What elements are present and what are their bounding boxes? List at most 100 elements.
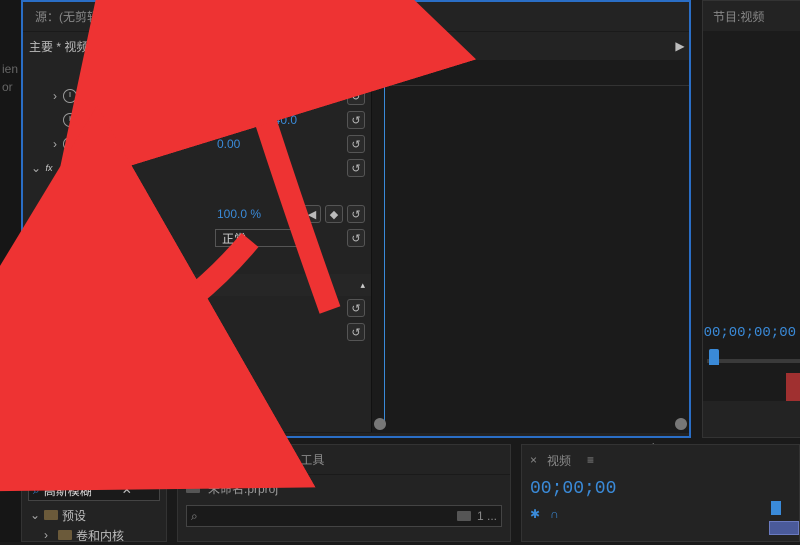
magnet-icon[interactable]: ∩ [550,507,559,521]
reset-button[interactable]: ↺ [347,323,365,341]
effects-search[interactable]: ⌕ ✕ [28,479,160,501]
volume-row[interactable]: › fx 音量 ↺ [23,296,371,320]
master-clip-label[interactable]: 主要 * 视频.mp4 [29,38,115,55]
panner-row[interactable]: ⌄ fx 声像器 [23,344,371,368]
effect-timeline[interactable]: ;00;00 [371,60,689,432]
collapse-icon[interactable]: ⌄ [30,508,40,522]
expand-icon[interactable]: › [44,528,54,542]
panel-menu-icon[interactable]: ≡ [187,10,194,24]
fx-badge[interactable]: fx [41,350,57,362]
anchor-y-value[interactable]: 240.0 [267,113,297,127]
stopwatch-icon[interactable] [63,113,77,127]
reset-button[interactable]: ↺ [347,299,365,317]
opacity-value[interactable]: 100.0 % [217,207,261,221]
stopwatch-icon[interactable] [63,89,77,103]
presets-label: 预设 [62,507,86,524]
rotation-value[interactable]: 0.0 [217,89,234,103]
clip-selector-row: 主要 * 视频.mp4 ▾ 视频 * 视频.m ▶ [23,32,689,60]
fx-badge[interactable]: fx [41,326,57,338]
clip-out-marker[interactable] [786,373,800,401]
expand-icon[interactable]: › [53,89,63,103]
expand-icon[interactable]: › [31,325,41,339]
program-timecode[interactable]: 00;00;00;00 [704,325,796,341]
zoom-handle-left[interactable] [374,418,386,430]
ellipse-mask-icon[interactable] [85,184,103,198]
anchor-x-value[interactable]: 426.0 [217,113,247,127]
playhead[interactable] [380,60,390,74]
tab-effect-controls[interactable]: 效果控件 [117,3,169,30]
reset-button[interactable]: ↺ [347,135,365,153]
panel-menu-icon[interactable]: ≡ [275,453,282,467]
expand-icon[interactable]: › [53,207,63,221]
uniform-scale-checkbox[interactable] [195,66,207,78]
tab-program[interactable]: 节目:视频 [711,4,766,29]
close-tab-icon[interactable]: × [530,453,537,467]
timeline-playhead[interactable] [771,501,781,515]
clear-search-icon[interactable]: ✕ [122,483,132,497]
prev-keyframe-button[interactable]: ◀ [303,205,321,223]
rotation-row: › 旋转 0.0 ↺ [23,84,371,108]
effect-controls-tabbar: 源：(无剪辑) 效果控件 ≡ [23,2,689,32]
project-search[interactable]: ⌕ 1 ... [186,505,502,527]
tree-item-presets[interactable]: ⌄ 预设 [22,505,166,525]
tab-tools[interactable]: 工具 [298,447,326,472]
blend-label: 混合模式 [83,230,131,247]
fx-badge[interactable]: fx [41,256,57,268]
zoom-handle-right[interactable] [675,418,687,430]
tab-source[interactable]: 源：(无剪辑) [33,4,105,29]
program-monitor-viewport[interactable]: 00;00;00;00 [703,31,800,401]
expand-icon[interactable]: › [31,255,41,269]
instance-clip-label[interactable]: 视频 * 视频.m [132,38,205,55]
reset-button[interactable]: ↺ [347,229,365,247]
timeline-ruler[interactable]: ;00;00 [372,60,689,86]
folder-icon [44,510,58,520]
panel-menu-icon[interactable]: ≡ [587,453,594,467]
effect-controls-body: 等比缩 ↺ › 旋转 0.0 ↺ › 锚点 426.0 240.0 ↺ › [23,60,689,432]
collapse-icon[interactable]: ⌄ [31,161,41,175]
tree-item-lumetri[interactable]: › 卷和内核 [22,525,166,545]
expand-icon[interactable]: ⌄ [31,349,41,363]
reset-button[interactable]: ↺ [347,63,365,81]
effects-search-input[interactable] [44,483,118,497]
play-icon[interactable]: ▶ [671,37,689,55]
timeline-ruler[interactable] [769,485,799,535]
reset-button[interactable]: ↺ [347,159,365,177]
snap-icon[interactable]: ✱ [530,507,540,521]
tab-sequence[interactable]: 视频 [545,448,573,473]
pen-mask-icon[interactable] [133,184,147,198]
opacity-section-row[interactable]: ⌄ fx 不透明度 ↺ [23,156,371,180]
add-keyframe-button[interactable]: ◆ [325,205,343,223]
flicker-value[interactable]: 0.00 [217,137,240,151]
timeline-clip[interactable] [769,521,799,535]
timeline-timecode[interactable]: 00;00;00 [522,475,799,503]
property-tree: 等比缩 ↺ › 旋转 0.0 ↺ › 锚点 426.0 240.0 ↺ › [23,60,371,432]
scrubber-track[interactable] [707,359,800,363]
fx-badge[interactable]: fx [41,162,57,174]
audio-header-label: 音频 [31,277,55,294]
scrubber-playhead[interactable] [709,349,719,365]
project-search-input[interactable] [198,509,451,523]
effects-tabbar: 效果 ≡ [22,445,166,475]
program-scrubber[interactable] [707,349,800,369]
channel-volume-row[interactable]: › fx 声道音 ↺ [23,320,371,344]
blend-mode-select[interactable]: 正常 ▾ [215,229,311,247]
collapse-icon[interactable]: ▴ [360,280,365,291]
stopwatch-icon[interactable] [63,137,77,151]
panel-menu-icon[interactable]: ≡ [80,453,87,467]
tab-effects[interactable]: 效果 [30,447,58,474]
stopwatch-icon[interactable] [63,207,77,221]
reset-button[interactable]: ↺ [347,111,365,129]
audio-section-header: 音频 ▴ [23,274,371,296]
chevron-down-icon[interactable]: ▾ [121,41,126,52]
rect-mask-icon[interactable] [109,184,127,198]
new-bin-icon[interactable] [457,511,471,521]
timeremap-row[interactable]: › fx 时间重映射 [23,250,371,274]
expand-icon[interactable]: › [53,137,63,151]
flicker-row: › 防闪烁滤镜 0.00 ↺ [23,132,371,156]
expand-icon[interactable]: › [31,301,41,315]
timeline-tabbar: × 视频 ≡ [522,445,799,475]
fx-badge[interactable]: fx [41,302,57,314]
tab-project[interactable]: 项目:未命名 [186,446,253,473]
reset-button[interactable]: ↺ [347,87,365,105]
reset-button[interactable]: ↺ [347,205,365,223]
